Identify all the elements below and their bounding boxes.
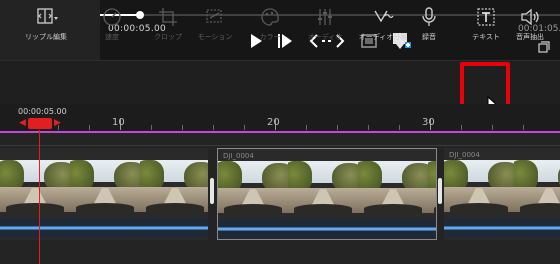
ruler-tick [89,125,90,130]
playhead-right-arrow-icon[interactable]: ▶ [54,118,61,129]
clip-audio-waveform [444,218,560,238]
record-button[interactable]: 録音 [415,6,443,42]
audio-extract-label: 音声抽出 [516,33,544,41]
clip-thumbnail [218,161,288,213]
color-label: カラー [259,33,281,41]
text-button[interactable]: テキスト [464,6,508,42]
palette-icon [261,8,279,26]
clip-thumbnail [514,160,560,212]
ruler-tick [523,125,524,130]
playhead-left-arrow-icon[interactable]: ◀ [19,118,26,129]
ruler-current-time: 00:00:05.00 [18,107,67,116]
clip-thumbnail [428,161,436,213]
speedometer-icon [103,8,121,26]
playhead-line[interactable] [39,130,40,264]
record-label: 録音 [422,33,436,41]
ruler-tick [306,125,307,130]
clip-thumbnails [218,161,436,213]
clip-thumbnails [444,160,560,212]
video-editor-window: 00:00:05.00 00:01:05. リップル編集 速度 クロップ モーシ… [0,0,560,264]
text-label: テキスト [472,33,500,41]
playhead-handle[interactable] [28,118,52,129]
clip-thumbnail [358,161,428,213]
video-clip[interactable]: DJI_0004 [217,148,437,240]
crop-icon [159,8,177,26]
text-icon [477,8,495,26]
motion-icon [206,9,222,23]
fullscreen-icon[interactable] [538,41,550,53]
ruler-tick [337,125,338,130]
timeline-ruler[interactable] [0,104,560,132]
motion-label: モーション [197,33,233,41]
ruler-tick [151,125,152,130]
ruler-label-20: 20 [267,117,280,128]
seek-knob[interactable] [136,11,144,19]
clip-thumbnail [288,161,358,213]
clip-audio-waveform [218,219,436,239]
ruler-tick [492,125,493,130]
ripple-edit-button[interactable]: リップル編集 [15,6,77,42]
audio-split-icon [374,10,394,23]
ripple-edit-icon [37,8,58,24]
audio-split-button[interactable]: オーディオ分離 [352,6,414,42]
audio-extract-button[interactable]: 音声抽出 [508,6,552,42]
motion-button[interactable]: モーション [190,6,240,42]
ruler-label-30: 30 [422,117,435,128]
audio-label: オーディオ [307,33,343,41]
ruler-tick [399,125,400,130]
audio-extract-icon [521,8,539,26]
video-clip[interactable] [0,148,208,240]
ripple-edit-label: リップル編集 [25,33,67,41]
video-clip[interactable]: DJI_0004 [444,148,560,240]
equalizer-icon [318,9,332,25]
clip-trim-handle[interactable] [438,178,442,204]
ruler-tick [182,125,183,130]
clip-thumbnail [444,160,514,212]
ruler-tick [244,125,245,130]
clip-thumbnail [0,160,70,212]
clip-name: DJI_0004 [449,151,480,159]
track-divider [0,145,560,146]
microphone-icon [422,7,436,26]
speed-button[interactable]: 速度 [95,6,129,42]
clip-thumbnails [0,160,208,212]
speed-label: 速度 [105,33,119,41]
color-button[interactable]: カラー [250,6,290,42]
audio-split-label: オーディオ分離 [358,33,408,41]
crop-label: クロップ [154,33,182,41]
ruler-label-10: 10 [112,117,125,128]
ruler-tick [213,125,214,130]
clip-thumbnail [70,160,140,212]
clip-name: DJI_0004 [223,152,254,160]
ruler-tick [368,125,369,130]
clip-audio-waveform [0,218,208,238]
audio-button[interactable]: オーディオ [303,6,347,42]
clip-trim-handle[interactable] [210,178,214,204]
crop-button[interactable]: クロップ [148,6,188,42]
clip-thumbnail [140,160,208,212]
ruler-tick [461,125,462,130]
